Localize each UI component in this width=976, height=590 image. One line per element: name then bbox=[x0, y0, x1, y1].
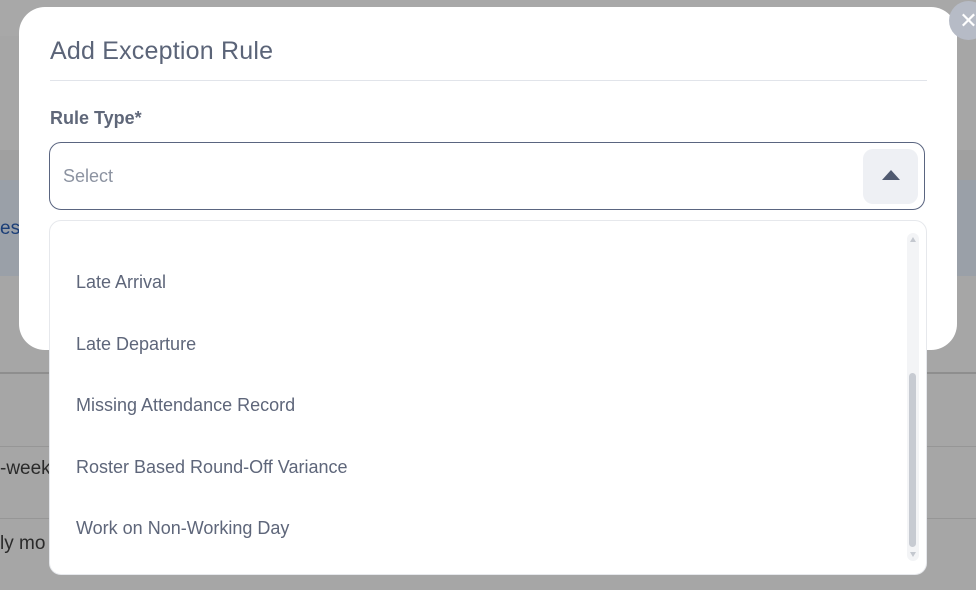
close-modal-button[interactable]: ✕ bbox=[949, 1, 976, 40]
dropdown-option-late-arrival[interactable]: Late Arrival bbox=[76, 272, 166, 293]
background-text: -week bbox=[0, 458, 51, 479]
close-icon: ✕ bbox=[959, 8, 976, 33]
scrollbar-thumb[interactable] bbox=[909, 373, 916, 547]
caret-up-icon bbox=[882, 170, 900, 180]
background-text: es bbox=[0, 218, 21, 239]
rule-type-toggle-button[interactable] bbox=[863, 149, 918, 204]
modal-title: Add Exception Rule bbox=[50, 37, 274, 65]
rule-type-placeholder: Select bbox=[63, 166, 114, 186]
rule-type-dropdown[interactable]: Late Arrival Late Departure Missing Atte… bbox=[49, 220, 927, 575]
scroll-down-icon[interactable] bbox=[910, 552, 916, 557]
dropdown-option-work-on-non-working-day[interactable]: Work on Non-Working Day bbox=[76, 518, 289, 539]
dropdown-option-late-departure[interactable]: Late Departure bbox=[76, 334, 196, 355]
rule-type-label: Rule Type* bbox=[50, 108, 142, 128]
modal-divider bbox=[50, 80, 927, 81]
dropdown-option-roster-based-round-off-variance[interactable]: Roster Based Round-Off Variance bbox=[76, 457, 347, 478]
scroll-up-icon[interactable] bbox=[910, 237, 916, 242]
dropdown-option-missing-attendance-record[interactable]: Missing Attendance Record bbox=[76, 395, 295, 416]
rule-type-select[interactable]: Select bbox=[49, 142, 925, 210]
background-text: ly mo bbox=[0, 533, 46, 554]
dropdown-scrollbar[interactable] bbox=[907, 233, 919, 561]
